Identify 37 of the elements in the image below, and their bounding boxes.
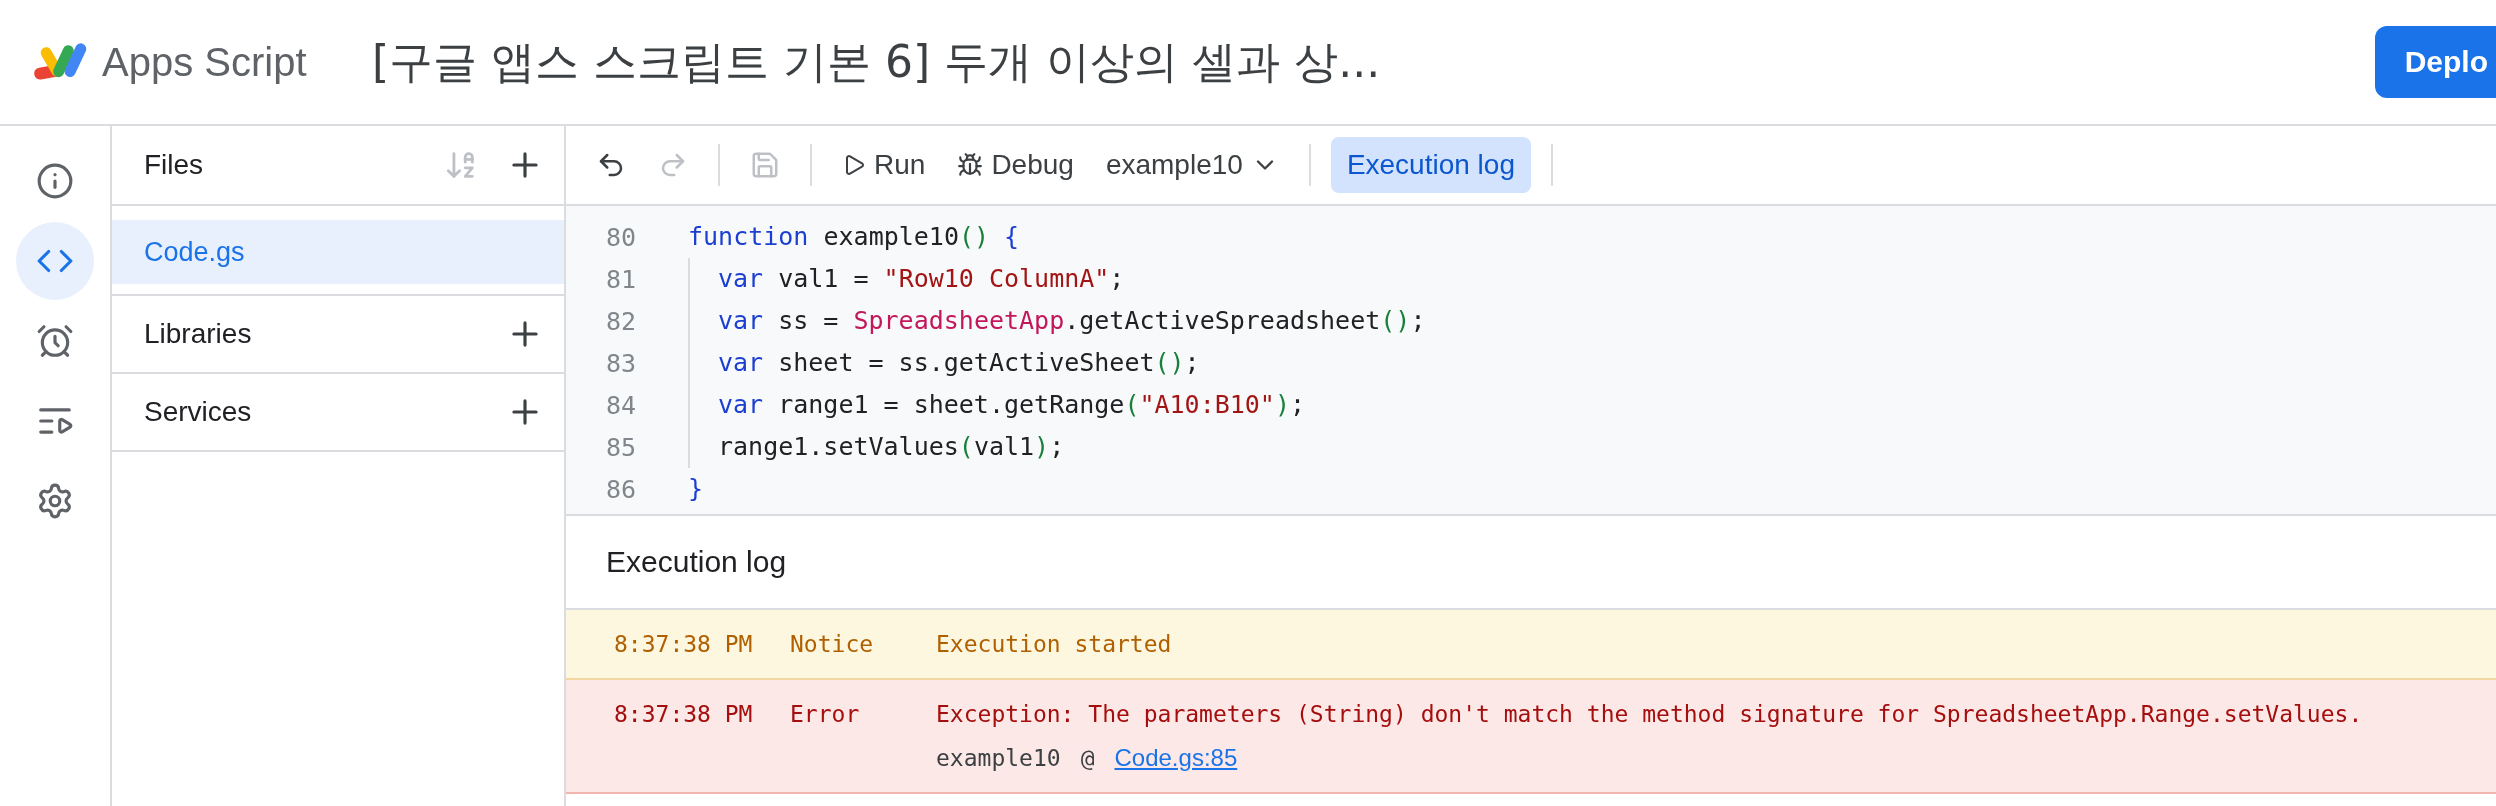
- save-icon: [750, 150, 780, 180]
- run-button[interactable]: Run: [832, 141, 936, 189]
- code-line: function example10() {: [688, 221, 1020, 253]
- section-heading: Services: [144, 396, 253, 428]
- execution-log-button[interactable]: Execution log: [1330, 137, 1531, 193]
- deploy-button[interactable]: Deplo: [2374, 26, 2496, 98]
- line-number: 85: [604, 432, 636, 462]
- log-time: 8:37:38 PM: [614, 630, 754, 659]
- log-level: Error: [790, 700, 861, 729]
- log-time: 8:37:38 PM: [614, 700, 754, 729]
- code-line: var ss = SpreadsheetApp.getActiveSpreadsheet();: [688, 300, 1426, 342]
- line-number: 80: [604, 222, 636, 252]
- project-title[interactable]: [구글 앱스 스크립트 기본 6] 두개 이상의 셀과 상...: [372, 32, 2375, 92]
- trace-function: example10: [936, 744, 1061, 773]
- log-message: Execution started: [936, 630, 1172, 659]
- code-line: }: [688, 473, 704, 505]
- source-link[interactable]: Code.gs:85: [1114, 742, 1238, 774]
- trace-at: @: [1080, 744, 1095, 773]
- code-line: var sheet = ss.getActiveSheet();: [688, 342, 1200, 384]
- files-heading: Files: [144, 149, 205, 181]
- bug-icon: [957, 152, 984, 178]
- file-item[interactable]: Code.gs: [112, 220, 564, 284]
- section-heading: Libraries: [144, 318, 253, 350]
- log-message: Exception: The parameters (String) don't match the method signature for SpreadsheetApp.Range.setValues.: [936, 700, 2363, 729]
- product-name: Apps Script: [102, 39, 308, 85]
- debug-button[interactable]: Debug: [947, 141, 1084, 189]
- line-number: 83: [604, 348, 636, 378]
- log-heading: Execution log: [606, 545, 787, 579]
- code-line: range1.setValues(val1);: [688, 426, 1065, 468]
- line-number: 86: [604, 474, 636, 504]
- line-number: 84: [604, 390, 636, 420]
- code-line: var val1 = "Row10 ColumnA";: [688, 258, 1125, 300]
- line-number: 81: [604, 264, 636, 294]
- line-number: 82: [604, 306, 636, 336]
- log-level: Notice: [790, 630, 875, 659]
- code-line: var range1 = sheet.getRange("A10:B10");: [688, 384, 1306, 426]
- function-dropdown[interactable]: example10: [1095, 141, 1289, 189]
